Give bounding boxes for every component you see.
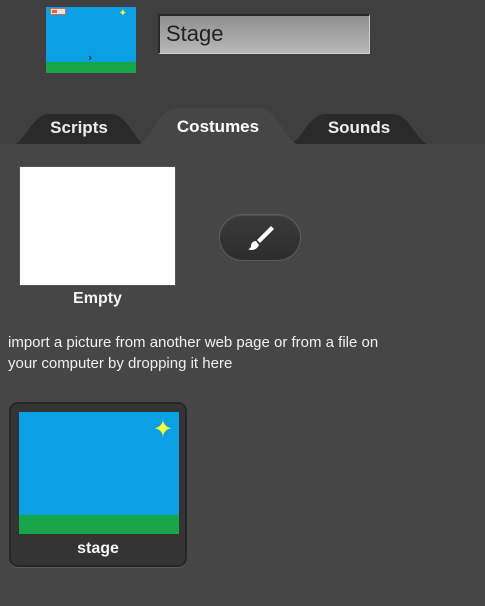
star-icon: ✦ (118, 8, 127, 19)
flag-graphic (50, 8, 66, 15)
ground-strip (46, 62, 136, 73)
tab-bar: Scripts Sounds Costumes (0, 104, 485, 146)
import-hint-text: import a picture from another web page o… (8, 334, 379, 372)
paintbrush-icon (248, 226, 274, 250)
costume-thumbnail: ✦ (19, 412, 179, 534)
star-icon: ✦ (152, 416, 173, 443)
tab-costumes-label: Costumes (176, 117, 260, 136)
sprite-name-field[interactable]: Stage (158, 14, 370, 54)
tab-sounds-label: Sounds (327, 118, 391, 137)
new-empty-costume[interactable] (19, 166, 176, 286)
tab-scripts[interactable]: Scripts (8, 110, 150, 146)
costume-name: stage (77, 540, 119, 557)
empty-costume-label: Empty (73, 290, 122, 307)
tab-costumes[interactable]: Costumes (132, 104, 304, 146)
tab-sounds[interactable]: Sounds (284, 110, 434, 146)
stage-thumbnail[interactable]: ✦ › (46, 7, 136, 73)
tab-scripts-label: Scripts (50, 118, 108, 137)
costume-item[interactable]: ✦ stage (9, 402, 187, 567)
ground-strip (19, 515, 179, 534)
paint-new-costume-button[interactable] (219, 214, 301, 261)
